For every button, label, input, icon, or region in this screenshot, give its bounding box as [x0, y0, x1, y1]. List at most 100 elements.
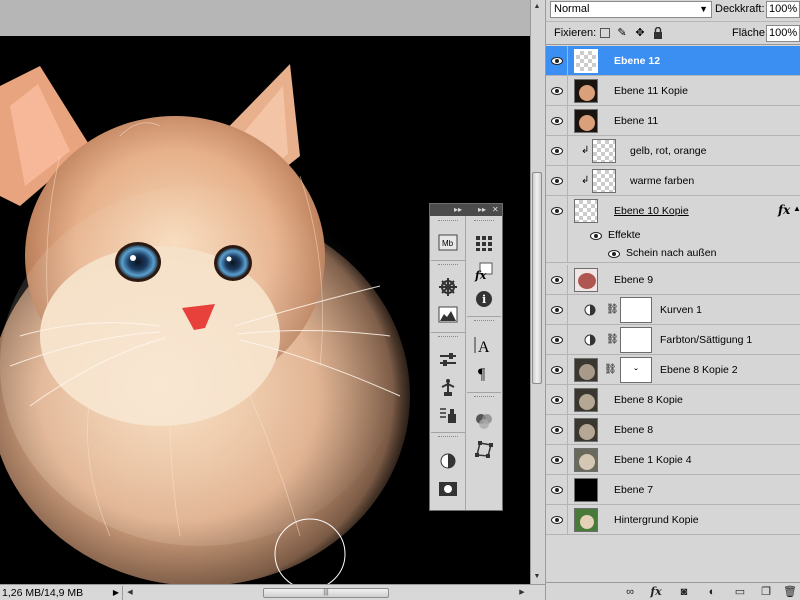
frame-icon[interactable]: [436, 478, 460, 500]
layer-row[interactable]: Ebene 11 Kopie: [546, 76, 800, 106]
fx-icon[interactable]: fx: [778, 203, 790, 217]
visibility-toggle[interactable]: [546, 355, 568, 385]
layer-thumbnail[interactable]: [574, 109, 598, 133]
visibility-toggle[interactable]: [546, 106, 568, 136]
layer-mask-thumbnail[interactable]: [620, 357, 652, 383]
scroll-down-icon[interactable]: ▼: [532, 572, 542, 582]
visibility-toggle[interactable]: [546, 325, 568, 355]
layer-row[interactable]: Ebene 9: [546, 265, 800, 295]
grip[interactable]: [474, 396, 494, 401]
layer-mask-thumbnail[interactable]: [620, 327, 652, 353]
layer-row[interactable]: Ebene 10 Kopie fx ▲: [546, 196, 800, 226]
grip[interactable]: [438, 336, 458, 341]
layer-thumbnail[interactable]: [592, 169, 616, 193]
eye-icon[interactable]: [608, 249, 620, 259]
visibility-toggle[interactable]: [546, 445, 568, 475]
paragraph-icon[interactable]: ¶: [472, 362, 496, 384]
mask-icon[interactable]: [436, 450, 460, 472]
new-layer-icon[interactable]: ❐: [758, 585, 774, 599]
layer-row[interactable]: Ebene 11: [546, 106, 800, 136]
layer-row[interactable]: Hintergrund Kopie: [546, 505, 800, 535]
visibility-toggle[interactable]: [546, 415, 568, 445]
visibility-toggle[interactable]: [546, 265, 568, 295]
visibility-toggle[interactable]: [546, 166, 568, 196]
triangle-up-icon[interactable]: ▲: [793, 204, 800, 213]
lock-all-icon[interactable]: [652, 26, 664, 39]
collapse-right-icon[interactable]: ▸▸: [478, 204, 486, 216]
visibility-toggle[interactable]: [546, 76, 568, 106]
layer-mask-thumbnail[interactable]: [620, 297, 652, 323]
grip[interactable]: [438, 220, 458, 225]
navigator-icon[interactable]: [436, 276, 460, 298]
triangle-right-icon[interactable]: ▶: [111, 586, 121, 600]
link-icon[interactable]: ∞: [622, 585, 638, 599]
effects-row[interactable]: Effekte: [546, 226, 800, 244]
layer-thumbnail[interactable]: [574, 508, 598, 532]
layer-name[interactable]: Ebene 8 Kopie 2: [660, 355, 738, 385]
layer-row[interactable]: Ebene 8 Kopie: [546, 385, 800, 415]
fill-field[interactable]: 100%: [766, 25, 800, 42]
layer-row[interactable]: Ebene 7: [546, 475, 800, 505]
layer-thumbnail[interactable]: [574, 388, 598, 412]
layer-name[interactable]: warme farben: [630, 166, 694, 196]
chain-link-icon[interactable]: ⛓: [604, 364, 617, 375]
layer-thumbnail[interactable]: [592, 139, 616, 163]
chain-link-icon[interactable]: ⛓: [606, 334, 619, 345]
grip[interactable]: [438, 436, 458, 441]
layer-thumbnail[interactable]: [574, 49, 598, 73]
effect-item-row[interactable]: Schein nach außen: [546, 244, 800, 263]
mask-add-icon[interactable]: ◙: [676, 585, 692, 599]
visibility-toggle[interactable]: [546, 196, 568, 226]
layer-name[interactable]: Ebene 11 Kopie: [614, 76, 688, 106]
layer-name[interactable]: Ebene 7: [614, 475, 653, 505]
layer-name[interactable]: Ebene 8 Kopie: [614, 385, 683, 415]
lock-paint-icon[interactable]: ✎: [616, 27, 628, 39]
eye-icon[interactable]: [590, 231, 602, 241]
layer-name[interactable]: Kurven 1: [660, 295, 702, 325]
paths-icon[interactable]: [472, 438, 496, 460]
styles-icon[interactable]: fx: [472, 260, 496, 282]
swatches-icon[interactable]: [472, 232, 496, 254]
opacity-field[interactable]: 100%: [766, 1, 800, 18]
actions-icon[interactable]: [436, 404, 460, 426]
layer-name[interactable]: Ebene 8: [614, 415, 653, 445]
layer-row[interactable]: Ebene 1 Kopie 4: [546, 445, 800, 475]
layer-name[interactable]: Ebene 11: [614, 106, 658, 136]
blend-mode-select[interactable]: Normal ▼: [550, 1, 712, 18]
layer-name[interactable]: Ebene 12: [614, 46, 660, 76]
visibility-toggle[interactable]: [546, 475, 568, 505]
visibility-toggle[interactable]: [546, 136, 568, 166]
channels-icon[interactable]: [472, 410, 496, 432]
visibility-toggle[interactable]: [546, 46, 568, 76]
horizontal-scroll-thumb[interactable]: |||: [263, 588, 389, 598]
layer-thumbnail[interactable]: [574, 418, 598, 442]
visibility-toggle[interactable]: [546, 295, 568, 325]
adjustments-icon[interactable]: [436, 348, 460, 370]
layer-thumbnail[interactable]: [574, 199, 598, 223]
layer-row[interactable]: ⛓ Kurven 1: [546, 295, 800, 325]
scroll-right-icon[interactable]: ▶: [517, 587, 527, 599]
layer-row[interactable]: ⛓ Farbton/Sättigung 1: [546, 325, 800, 355]
layer-name[interactable]: Ebene 10 Kopie: [614, 196, 689, 226]
layer-row[interactable]: ↲ gelb, rot, orange: [546, 136, 800, 166]
layer-row[interactable]: ↲ warme farben: [546, 166, 800, 196]
layer-name[interactable]: gelb, rot, orange: [630, 136, 706, 166]
visibility-toggle[interactable]: [546, 385, 568, 415]
close-icon[interactable]: ✕: [492, 204, 499, 216]
layer-thumbnail[interactable]: [574, 268, 598, 292]
character-icon[interactable]: A: [472, 334, 496, 356]
horizontal-scrollbar[interactable]: ◀ ||| ▶: [122, 586, 530, 600]
fx-icon[interactable]: fx: [648, 585, 664, 599]
clone-source-icon[interactable]: [436, 376, 460, 398]
adjustment-layer-icon[interactable]: ◐: [704, 585, 720, 599]
info-icon[interactable]: i: [472, 288, 496, 310]
layer-row[interactable]: Ebene 8: [546, 415, 800, 445]
grip[interactable]: [474, 220, 494, 225]
layer-thumbnail[interactable]: [574, 478, 598, 502]
scroll-left-icon[interactable]: ◀: [125, 587, 135, 599]
grip[interactable]: [474, 320, 494, 325]
layer-thumbnail[interactable]: [574, 358, 598, 382]
layer-row[interactable]: Ebene 12: [546, 46, 800, 76]
visibility-toggle[interactable]: [546, 505, 568, 535]
vertical-scroll-thumb[interactable]: [532, 172, 542, 384]
